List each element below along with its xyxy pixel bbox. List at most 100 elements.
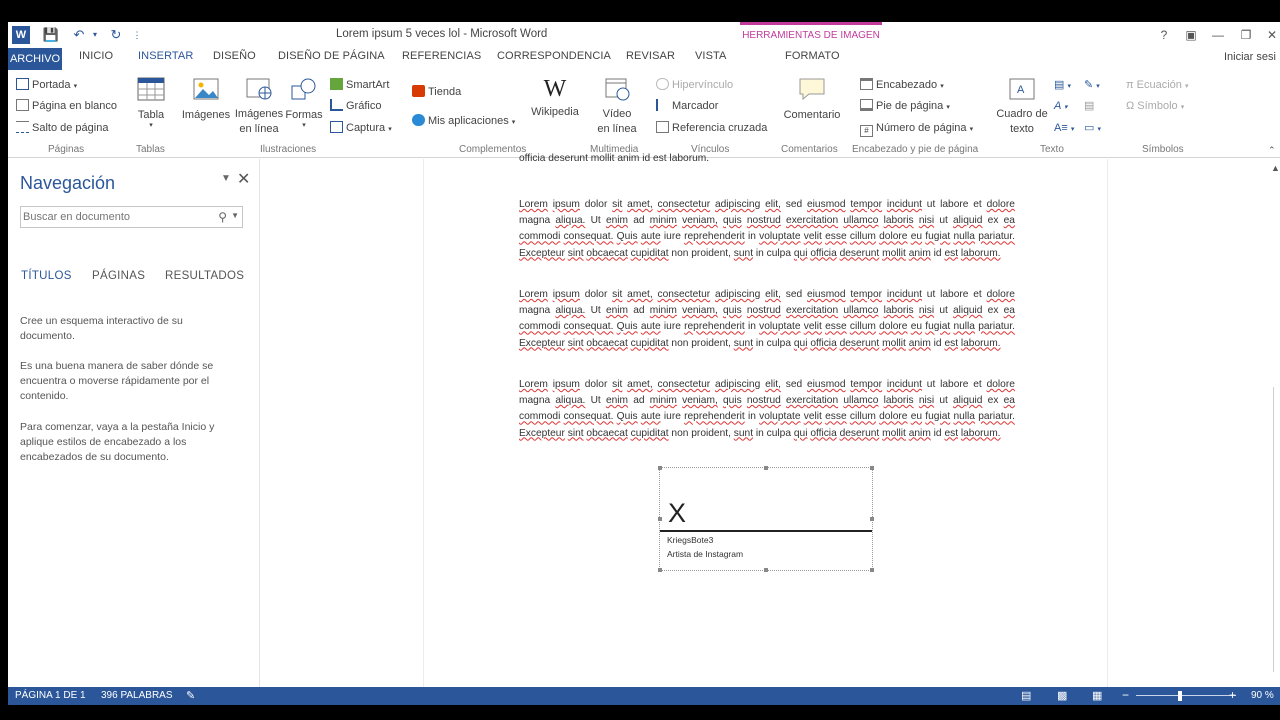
- pie-de-pagina-button[interactable]: Pie de página ▾: [860, 98, 950, 114]
- hipervinculo-button[interactable]: Hipervínculo: [656, 77, 733, 93]
- minimize-icon[interactable]: —: [1208, 26, 1228, 44]
- word: eiusmod: [807, 289, 846, 300]
- wordart-icon[interactable]: A ▾: [1054, 98, 1068, 114]
- search-input[interactable]: [23, 209, 203, 225]
- simbolo-button[interactable]: Ω Símbolo ▾: [1126, 98, 1184, 114]
- web-layout-icon[interactable]: ▦: [1092, 689, 1102, 702]
- tab-referencias[interactable]: REFERENCIAS: [402, 50, 481, 62]
- comentario-button[interactable]: Comentario: [780, 76, 844, 121]
- zoom-in-icon[interactable]: +: [1229, 688, 1236, 702]
- tab-formato[interactable]: FORMATO: [785, 50, 840, 62]
- object-icon[interactable]: ▭ ▾: [1084, 120, 1101, 136]
- cuadro-de-texto-label-1: Cuadro de: [996, 108, 1048, 120]
- captura-button[interactable]: Captura ▾: [330, 120, 392, 136]
- scroll-up-icon[interactable]: ▲: [1271, 163, 1280, 173]
- tab-correspondencia[interactable]: CORRESPONDENCIA: [497, 50, 611, 62]
- tab-inicio[interactable]: INICIO: [79, 50, 113, 62]
- text-box-icon: A: [1009, 78, 1035, 100]
- resize-handle[interactable]: [870, 466, 874, 470]
- signature-line-icon[interactable]: ✎ ▾: [1084, 77, 1100, 93]
- paragraph[interactable]: Lorem ipsum dolor sit amet, consectetur …: [519, 287, 1015, 352]
- word-count[interactable]: 396 PALABRAS: [101, 690, 173, 701]
- tab-revisar[interactable]: REVISAR: [626, 50, 675, 62]
- pagina-en-blanco-button[interactable]: Página en blanco: [16, 98, 117, 114]
- sign-in-link[interactable]: Iniciar sesi: [1224, 51, 1276, 63]
- nav-tab-paginas[interactable]: PÁGINAS: [92, 270, 145, 282]
- signature-line-object[interactable]: X KriegsBote3 Artista de Instagram: [658, 466, 874, 572]
- vertical-scrollbar[interactable]: ▲: [1271, 159, 1280, 687]
- search-icon[interactable]: ⚲: [218, 210, 227, 224]
- encabezado-button[interactable]: Encabezado ▾: [860, 77, 944, 93]
- proofing-icon[interactable]: ✎: [186, 689, 195, 702]
- tienda-button[interactable]: Tienda: [412, 84, 461, 100]
- marcador-button[interactable]: Marcador: [656, 98, 718, 114]
- document-area[interactable]: officia deserunt mollit anim id est labo…: [261, 153, 1271, 687]
- mis-aplicaciones-button[interactable]: Mis aplicaciones ▾: [412, 113, 515, 129]
- tab-diseno-de-pagina[interactable]: DISEÑO DE PÁGINA: [278, 50, 385, 62]
- paragraph[interactable]: Lorem ipsum dolor sit amet, consectetur …: [519, 377, 1015, 442]
- scroll-thumb[interactable]: [1273, 387, 1280, 672]
- word-app-icon[interactable]: W: [12, 26, 30, 44]
- page-edge: [423, 159, 424, 687]
- read-mode-icon[interactable]: ▤: [1021, 689, 1031, 702]
- nav-tab-resultados[interactable]: RESULTADOS: [165, 270, 244, 282]
- signature-x-mark: X: [668, 498, 687, 528]
- word: Lorem: [519, 289, 548, 300]
- word: officia: [810, 247, 837, 259]
- page-count[interactable]: PÁGINA 1 DE 1: [15, 690, 86, 701]
- tab-archivo[interactable]: ARCHIVO: [8, 48, 62, 70]
- smartart-button[interactable]: SmartArt: [330, 77, 389, 93]
- close-icon[interactable]: ✕: [237, 169, 250, 189]
- partial-paragraph[interactable]: officia deserunt mollit anim id est labo…: [519, 151, 1015, 167]
- tab-insertar[interactable]: INSERTAR: [138, 50, 193, 62]
- undo-icon[interactable]: ↶: [70, 26, 88, 44]
- zoom-slider[interactable]: [1136, 695, 1236, 696]
- tab-vista[interactable]: VISTA: [695, 50, 726, 62]
- chart-icon: [330, 99, 343, 111]
- smartart-icon: [330, 78, 343, 90]
- date-time-icon[interactable]: ▤: [1084, 98, 1094, 114]
- imagenes-button[interactable]: Imágenes: [180, 76, 232, 121]
- tabla-button[interactable]: Tabla ▾: [136, 76, 166, 129]
- resize-handle[interactable]: [658, 466, 662, 470]
- resize-handle[interactable]: [870, 517, 874, 521]
- save-icon[interactable]: 💾: [42, 26, 60, 44]
- search-dropdown-icon[interactable]: ▼: [231, 211, 239, 220]
- resize-handle[interactable]: [764, 466, 768, 470]
- resize-handle[interactable]: [658, 568, 662, 572]
- resize-handle[interactable]: [764, 568, 768, 572]
- cuadro-de-texto-button[interactable]: A Cuadro de texto: [994, 76, 1050, 137]
- formas-button[interactable]: Formas ▾: [284, 76, 324, 129]
- nav-options-icon[interactable]: ▼: [221, 173, 231, 184]
- redo-icon[interactable]: ↻: [108, 26, 124, 44]
- ribbon-display-options-icon[interactable]: ▣: [1181, 26, 1201, 44]
- drop-cap-icon[interactable]: A≡ ▾: [1054, 120, 1074, 136]
- video-en-linea-button[interactable]: Vídeo en línea: [596, 76, 638, 137]
- collapse-ribbon-icon[interactable]: ⌃: [1268, 142, 1276, 158]
- help-icon[interactable]: ?: [1154, 26, 1174, 44]
- grafico-button[interactable]: Gráfico: [330, 98, 381, 114]
- referencia-cruzada-button[interactable]: Referencia cruzada: [656, 120, 767, 136]
- print-layout-icon[interactable]: ▩: [1057, 689, 1067, 702]
- resize-handle[interactable]: [658, 517, 662, 521]
- wikipedia-button[interactable]: W Wikipedia: [528, 76, 582, 118]
- portada-button[interactable]: Portada ▾: [16, 77, 77, 93]
- salto-de-pagina-button[interactable]: Salto de página: [16, 120, 108, 136]
- zoom-out-icon[interactable]: −: [1122, 688, 1129, 702]
- numero-de-pagina-button[interactable]: # Número de página ▾: [860, 120, 973, 137]
- customize-qat-icon[interactable]: ⋮: [132, 26, 142, 44]
- zoom-slider-thumb[interactable]: [1178, 691, 1183, 701]
- undo-dropdown-icon[interactable]: ▾: [90, 26, 100, 44]
- paragraph[interactable]: Lorem ipsum dolor sit amet, consectetur …: [519, 197, 1015, 262]
- quick-parts-icon[interactable]: ▤ ▾: [1054, 77, 1071, 93]
- restore-icon[interactable]: ❐: [1236, 26, 1256, 44]
- zoom-level[interactable]: 90 %: [1251, 690, 1274, 701]
- word: ipsum: [552, 289, 580, 300]
- nav-help-text-2: Es una buena manera de saber dónde se en…: [20, 360, 214, 402]
- close-window-icon[interactable]: ✕: [1262, 26, 1280, 44]
- ecuacion-button[interactable]: π Ecuación ▾: [1126, 77, 1189, 93]
- nav-tab-titulos[interactable]: TÍTULOS: [21, 270, 72, 282]
- resize-handle[interactable]: [870, 568, 874, 572]
- tab-diseno[interactable]: DISEÑO: [213, 50, 256, 62]
- imagenes-en-linea-button[interactable]: Imágenes en línea: [234, 76, 284, 137]
